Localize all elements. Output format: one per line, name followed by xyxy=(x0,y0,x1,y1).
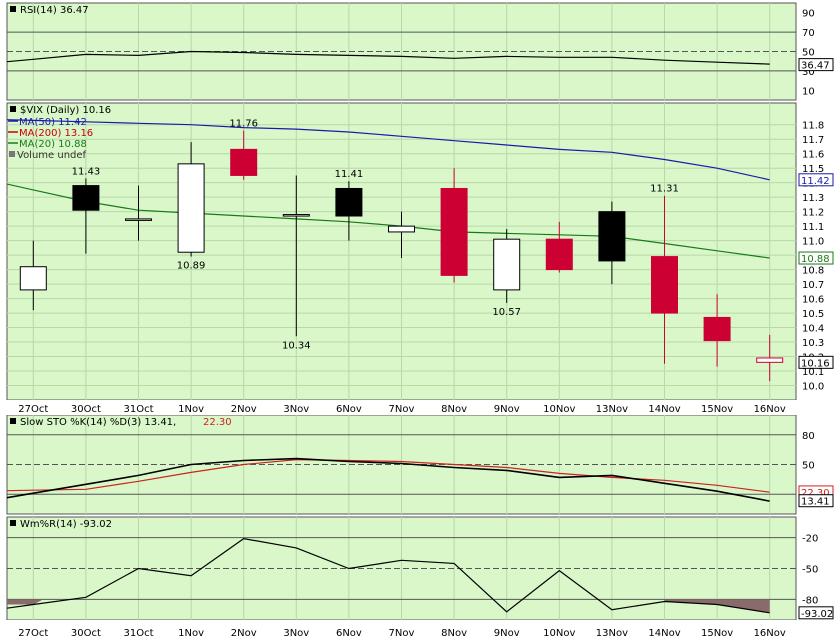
x-tick-label: 15Nov xyxy=(701,404,733,415)
x-tick-label: 27Oct xyxy=(18,404,48,415)
price-last-value: 10.88 xyxy=(801,254,830,265)
sto-tick-label: 80 xyxy=(802,431,815,442)
price-data-label: 10.57 xyxy=(492,307,521,318)
candle-body xyxy=(440,187,468,276)
x-tick-label-bottom: 15Nov xyxy=(701,628,733,639)
x-tick-label: 8Nov xyxy=(441,404,467,415)
x-tick-label-bottom: 27Oct xyxy=(18,628,48,639)
x-tick-label: 30Oct xyxy=(71,404,101,415)
price-data-label: 10.34 xyxy=(282,340,311,351)
candle-body xyxy=(493,238,521,291)
sto-k-last-value: 13.41 xyxy=(801,497,830,508)
rsi-tick-label: 70 xyxy=(802,28,815,39)
stock-chart: 907050301036.47RSI(14) 36.4711.811.711.6… xyxy=(0,2,837,642)
candle-body xyxy=(545,238,573,271)
x-tick-label-bottom: 31Oct xyxy=(123,628,153,639)
price-last-value: 10.16 xyxy=(801,358,830,369)
candle-body xyxy=(19,266,47,291)
panel-menu-icon xyxy=(10,520,16,526)
panel-menu-icon xyxy=(10,418,16,424)
rsi-tick-label: 90 xyxy=(802,9,815,20)
x-tick-label-bottom: 10Nov xyxy=(543,628,575,639)
wmr-title: Wm%R(14) -93.02 xyxy=(20,519,112,530)
x-tick-label-bottom: 1Nov xyxy=(178,628,204,639)
x-tick-label: 1Nov xyxy=(178,404,204,415)
rsi-tick-label: 50 xyxy=(802,48,815,59)
x-tick-label: 16Nov xyxy=(754,404,786,415)
price-tick-label: 11.0 xyxy=(802,237,824,248)
price-tick-label: 11.6 xyxy=(802,150,824,161)
price-tick-label: 11.1 xyxy=(802,222,824,233)
x-tick-label-bottom: 7Nov xyxy=(389,628,415,639)
rsi-title: RSI(14) 36.47 xyxy=(20,5,89,16)
price-data-label: 11.31 xyxy=(650,184,679,195)
price-tick-label: 10.4 xyxy=(802,324,824,335)
x-tick-label: 14Nov xyxy=(648,404,680,415)
price-data-label: 11.41 xyxy=(335,169,364,180)
x-tick-label: 13Nov xyxy=(596,404,628,415)
x-tick-label-bottom: 13Nov xyxy=(596,628,628,639)
price-tick-label: 11.2 xyxy=(802,208,824,219)
legend-entry: MA(20) 10.88 xyxy=(19,139,87,150)
price-tick-label: 10.8 xyxy=(802,266,824,277)
legend-entry: MA(50) 11.42 xyxy=(19,117,87,128)
candle-body xyxy=(72,185,100,211)
panel-menu-icon xyxy=(10,6,16,12)
rsi-last-value: 36.47 xyxy=(801,61,830,72)
price-tick-label: 10.6 xyxy=(802,295,824,306)
price-data-label: 11.43 xyxy=(72,166,101,177)
price-tick-label: 10.3 xyxy=(802,338,824,349)
x-tick-label-bottom: 8Nov xyxy=(441,628,467,639)
legend-volume: Volume undef xyxy=(17,150,87,161)
legend-entry: MA(200) 13.16 xyxy=(19,128,93,139)
candle-body xyxy=(651,256,678,314)
x-tick-label: 7Nov xyxy=(389,404,415,415)
x-tick-label: 10Nov xyxy=(543,404,575,415)
price-tick-label: 11.8 xyxy=(802,121,824,132)
price-last-value: 11.42 xyxy=(801,176,830,187)
sto-title: Slow STO %K(14) %D(3) 13.41, xyxy=(20,417,176,428)
x-tick-label: 31Oct xyxy=(123,404,153,415)
x-tick-label: 9Nov xyxy=(494,404,520,415)
x-tick-label-bottom: 2Nov xyxy=(231,628,257,639)
x-tick-label: 2Nov xyxy=(231,404,257,415)
candle-body xyxy=(230,148,258,176)
candle-body xyxy=(388,225,415,233)
x-tick-label-bottom: 14Nov xyxy=(648,628,680,639)
x-tick-label-bottom: 3Nov xyxy=(283,628,309,639)
x-tick-label-bottom: 9Nov xyxy=(494,628,520,639)
price-tick-label: 10.7 xyxy=(802,280,824,291)
candle-body xyxy=(598,211,626,262)
candle-body xyxy=(177,163,205,253)
price-data-label: 11.76 xyxy=(229,119,258,130)
price-title: $VIX (Daily) 10.16 xyxy=(20,105,111,116)
wmr-tick-label: -80 xyxy=(802,595,818,606)
price-data-label: 10.89 xyxy=(177,261,206,272)
candle-body xyxy=(282,214,310,217)
x-tick-label: 6Nov xyxy=(336,404,362,415)
panel-menu-icon xyxy=(10,106,16,112)
volume-icon xyxy=(9,151,15,157)
x-tick-label-bottom: 16Nov xyxy=(754,628,786,639)
sto-title-d-value: 22.30 xyxy=(203,417,232,428)
x-tick-label-bottom: 30Oct xyxy=(71,628,101,639)
rsi-tick-label: 10 xyxy=(802,86,815,97)
candle-body xyxy=(125,218,152,221)
sto-tick-label: 50 xyxy=(802,461,815,472)
wmr-tick-label: -50 xyxy=(802,565,818,576)
x-tick-label-bottom: 6Nov xyxy=(336,628,362,639)
candle-body xyxy=(335,187,363,217)
price-tick-label: 11.3 xyxy=(802,193,824,204)
x-tick-label: 3Nov xyxy=(283,404,309,415)
wmr-tick-label: -20 xyxy=(802,534,818,545)
candle-body xyxy=(703,316,731,342)
candle-body xyxy=(756,357,784,363)
price-tick-label: 10.5 xyxy=(802,309,824,320)
price-tick-label: 10.0 xyxy=(802,382,824,393)
price-tick-label: 11.7 xyxy=(802,135,824,146)
wmr-last-value: -93.02 xyxy=(801,609,833,620)
